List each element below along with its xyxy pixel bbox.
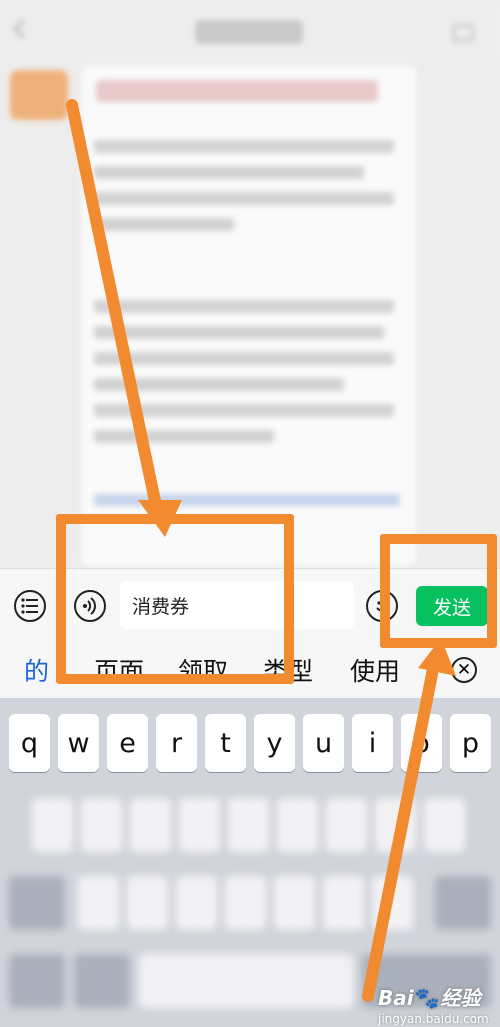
list-icon[interactable] — [14, 590, 46, 622]
candidate-item[interactable]: 使用 — [350, 652, 400, 688]
key-p[interactable]: p — [450, 714, 491, 772]
input-highlight-box — [56, 514, 294, 684]
key-y[interactable]: y — [254, 714, 295, 772]
key-w[interactable]: w — [58, 714, 99, 772]
message-text-line — [94, 166, 364, 179]
key[interactable] — [372, 876, 413, 930]
key-u[interactable]: u — [303, 714, 344, 772]
emoji-key[interactable] — [74, 954, 130, 1008]
key-q[interactable]: q — [9, 714, 50, 772]
message-text-line — [94, 404, 394, 417]
mode-key[interactable] — [9, 954, 65, 1008]
send-highlight-box — [380, 534, 497, 648]
candidate-item[interactable]: 的 — [24, 652, 49, 688]
message-text-line — [94, 300, 394, 313]
message-text-line — [94, 140, 394, 153]
key-i[interactable]: i — [352, 714, 393, 772]
key[interactable] — [127, 876, 168, 930]
message-text-line — [94, 352, 394, 365]
message-text-line — [94, 430, 274, 443]
key[interactable] — [78, 876, 119, 930]
key-r[interactable]: r — [156, 714, 197, 772]
key[interactable] — [81, 798, 122, 852]
key[interactable] — [375, 798, 416, 852]
key[interactable] — [323, 876, 364, 930]
baidu-jingyan-watermark: Bai🐾经验 jingyan.baidu.com — [378, 982, 489, 1026]
key[interactable] — [424, 798, 465, 852]
key[interactable] — [130, 798, 171, 852]
watermark-url: jingyan.baidu.com — [378, 1012, 489, 1026]
nav-bar — [0, 0, 500, 64]
key[interactable] — [176, 876, 217, 930]
message-link[interactable] — [94, 494, 400, 506]
shift-key[interactable] — [9, 876, 65, 930]
key[interactable] — [277, 798, 318, 852]
message-text-line — [94, 378, 344, 391]
message-text-line — [94, 218, 234, 231]
close-circle-icon[interactable]: ✕ — [451, 657, 477, 683]
key[interactable] — [225, 876, 266, 930]
key-o[interactable]: o — [401, 714, 442, 772]
key[interactable] — [32, 798, 73, 852]
key[interactable] — [228, 798, 269, 852]
key-e[interactable]: e — [107, 714, 148, 772]
watermark-logo: Bai🐾经验 — [378, 986, 481, 1010]
delete-key[interactable] — [435, 876, 491, 930]
chat-background — [0, 0, 500, 566]
message-text-line — [94, 192, 394, 205]
space-key[interactable] — [139, 954, 353, 1008]
key[interactable] — [326, 798, 367, 852]
avatar[interactable] — [10, 70, 68, 120]
chat-title — [195, 20, 303, 44]
key-t[interactable]: t — [205, 714, 246, 772]
back-icon[interactable] — [13, 19, 33, 39]
message-text-line — [94, 326, 384, 339]
key[interactable] — [179, 798, 220, 852]
more-icon[interactable] — [452, 24, 474, 42]
key[interactable] — [274, 876, 315, 930]
keyboard: q w e r t y u i o p — [0, 698, 500, 1027]
message-title — [96, 80, 378, 102]
